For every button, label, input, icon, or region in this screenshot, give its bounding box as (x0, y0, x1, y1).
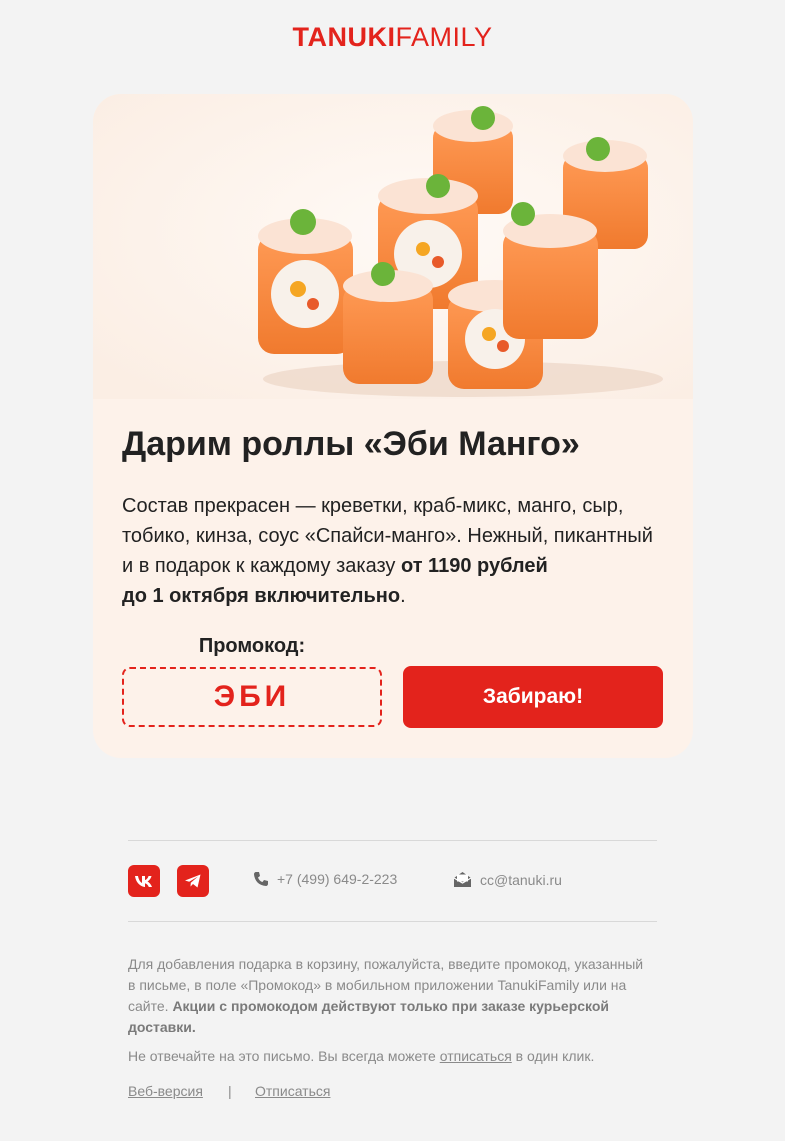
desc-min-order: от 1190 рублей (400, 555, 548, 577)
web-version-link[interactable]: Веб-версия (128, 1083, 203, 1099)
phone-icon (254, 872, 268, 886)
unsubscribe-link[interactable]: Отписаться (255, 1083, 330, 1099)
email-address: cc@tanuki.ru (480, 871, 562, 888)
footer-links: Веб-версия (128, 1083, 203, 1099)
phone-number: +7 (499) 649-2-223 (277, 871, 398, 887)
promo-description: Состав прекрасен — креветки, краб-микс, … (122, 491, 667, 611)
phone-contact[interactable]: +7 (499) 649-2-223 (253, 871, 397, 887)
footer-separator: | (228, 1083, 232, 1099)
email-contact[interactable]: cc@tanuki.ru (453, 871, 562, 888)
logo-part-2: FAMILY (395, 22, 493, 52)
desc-deadline: до 1 октября включительно (122, 585, 401, 607)
footer-divider-bottom (128, 921, 657, 922)
promo-code-label: Промокод: (198, 635, 306, 657)
unsub-text-1: Не отвечайте на это письмо. Вы всегда мо… (128, 1048, 440, 1064)
footer-divider-top (128, 840, 657, 841)
mail-icon (453, 872, 472, 887)
desc-end: . (400, 585, 406, 607)
vk-icon[interactable] (128, 865, 160, 897)
logo-part-1: TANUKI (292, 22, 396, 52)
footer-note: Для добавления подарка в корзину, пожалу… (128, 954, 648, 1038)
roll-right (503, 202, 598, 339)
roll-left (258, 209, 353, 354)
note-bold: Акции с промокодом действуют только при … (128, 998, 610, 1035)
promo-card: Дарим роллы «Эби Манго» Состав прекрасен… (93, 94, 693, 758)
promo-code-box[interactable]: ЭБИ (122, 667, 382, 727)
claim-button[interactable]: Забираю! (403, 666, 663, 728)
roll-front-left (343, 262, 433, 384)
unsubscribe-inline-link[interactable]: отписаться (440, 1048, 512, 1064)
promo-title: Дарим роллы «Эби Манго» (122, 425, 580, 463)
footer-links-right: Отписаться (255, 1083, 330, 1099)
unsubscribe-note: Не отвечайте на это письмо. Вы всегда мо… (128, 1046, 668, 1067)
telegram-icon[interactable] (177, 865, 209, 897)
sushi-rolls-image (93, 94, 693, 399)
desc-text: Состав прекрасен — креветки, краб-микс, … (122, 495, 653, 577)
unsub-text-2: в один клик. (511, 1048, 595, 1064)
brand-logo[interactable]: TANUKIFAMILY (0, 22, 785, 52)
